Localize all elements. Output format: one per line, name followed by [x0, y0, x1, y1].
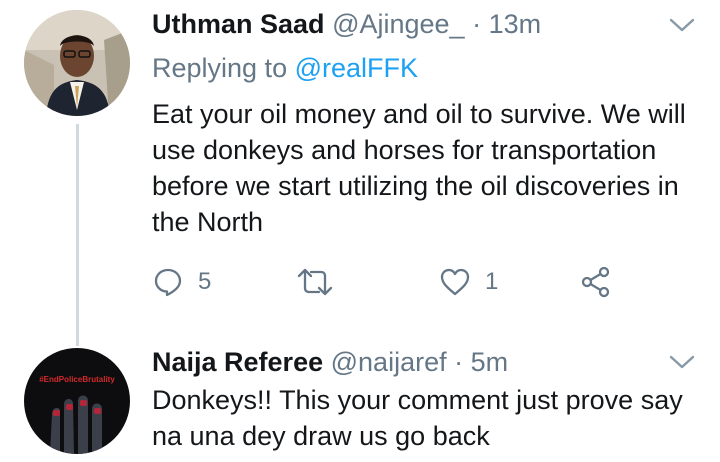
mention-link[interactable]: @realFFK [295, 53, 418, 83]
avatar-photo: #EndPoliceBrutality [24, 348, 130, 454]
replying-to: Replying to @realFFK [152, 53, 418, 84]
tweet-header: Naija Referee @naijaref · 5m [152, 347, 508, 378]
display-name[interactable]: Uthman Saad [152, 9, 325, 39]
heart-icon [440, 268, 470, 296]
reply-button[interactable]: 5 [152, 262, 211, 302]
thread-line [76, 124, 79, 346]
avatar[interactable] [24, 10, 130, 116]
chevron-down-icon[interactable] [668, 353, 696, 371]
user-handle[interactable]: @naijaref [331, 347, 447, 377]
timestamp[interactable]: 5m [471, 347, 509, 377]
like-count: 1 [485, 268, 499, 295]
share-icon [581, 266, 610, 298]
share-button[interactable] [580, 262, 612, 302]
display-name[interactable]: Naija Referee [152, 347, 323, 377]
like-button[interactable]: 1 [439, 262, 498, 302]
action-bar: 5 1 [152, 262, 632, 302]
tweet-header: Uthman Saad @Ajingee_ · 13m [152, 9, 541, 40]
separator: · [472, 9, 482, 39]
reply-icon [154, 268, 182, 297]
reply-count: 5 [198, 268, 212, 295]
retweet-icon [297, 268, 333, 296]
tweet-text: Donkeys!! This your comment just prove s… [152, 385, 683, 451]
timestamp[interactable]: 13m [489, 9, 542, 39]
tweet-naija-referee[interactable]: #EndPoliceBrutality Naija Referee @naija… [0, 340, 720, 462]
replying-label: Replying to [152, 53, 288, 83]
separator: · [454, 347, 464, 377]
tweet-uthman-saad[interactable]: Uthman Saad @Ajingee_ · 13m Replying to … [0, 0, 720, 346]
avatar-photo [24, 10, 130, 116]
avatar-caption: #EndPoliceBrutality [39, 375, 115, 384]
avatar[interactable]: #EndPoliceBrutality [24, 348, 130, 454]
chevron-down-icon[interactable] [668, 16, 696, 34]
retweet-button[interactable] [297, 262, 347, 302]
tweet-text: Eat your oil money and oil to survive. W… [152, 99, 686, 237]
user-handle[interactable]: @Ajingee_ [332, 9, 465, 39]
